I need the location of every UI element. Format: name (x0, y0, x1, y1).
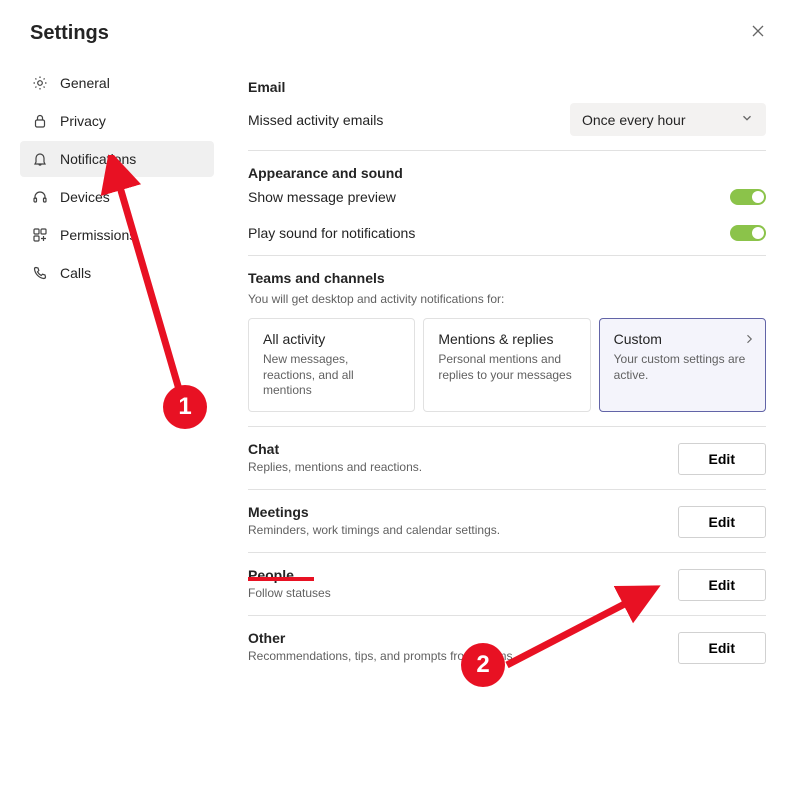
chevron-right-icon (743, 332, 755, 348)
sidebar-item-notifications[interactable]: Notifications (20, 141, 214, 177)
chat-edit-button[interactable]: Edit (678, 443, 766, 475)
missed-emails-select[interactable]: Once every hour (570, 103, 766, 136)
select-value: Once every hour (582, 112, 686, 128)
sidebar-item-general[interactable]: General (20, 65, 214, 101)
sidebar-item-privacy[interactable]: Privacy (20, 103, 214, 139)
page-title: Settings (30, 22, 109, 45)
section-title: Teams and channels (248, 270, 766, 286)
card-all-activity[interactable]: All activity New messages, reactions, an… (248, 318, 415, 412)
section-title: Meetings (248, 504, 678, 520)
meetings-edit-button[interactable]: Edit (678, 506, 766, 538)
content: Email Missed activity emails Once every … (214, 55, 796, 678)
cards-row: All activity New messages, reactions, an… (248, 318, 766, 412)
card-title: Mentions & replies (438, 331, 575, 347)
section-title: Other (248, 630, 678, 646)
section-subtitle: Recommendations, tips, and prompts from … (248, 649, 678, 663)
close-icon[interactable] (750, 23, 766, 44)
row-label: Missed activity emails (248, 112, 383, 128)
sidebar-item-permissions[interactable]: Permissions (20, 217, 214, 253)
headset-icon (30, 187, 50, 207)
header: Settings (0, 0, 796, 55)
section-email: Email Missed activity emails Once every … (248, 65, 766, 151)
card-sub: New messages, reactions, and all mention… (263, 352, 400, 399)
sidebar: General Privacy Notifications Devices Pe… (0, 55, 214, 678)
annotation-underline-meetings (248, 577, 314, 581)
section-meetings: Meetings Reminders, work timings and cal… (248, 490, 766, 553)
row-preview: Show message preview (248, 189, 766, 205)
phone-icon (30, 263, 50, 283)
card-sub: Your custom settings are active. (614, 352, 751, 383)
section-chat: Chat Replies, mentions and reactions. Ed… (248, 427, 766, 490)
section-title: Appearance and sound (248, 165, 766, 181)
section-people: People Follow statuses Edit (248, 553, 766, 616)
sidebar-item-label: Privacy (60, 113, 106, 129)
card-mentions[interactable]: Mentions & replies Personal mentions and… (423, 318, 590, 412)
section-teams: Teams and channels You will get desktop … (248, 256, 766, 427)
section-title: Chat (248, 441, 678, 457)
section-subtitle: Replies, mentions and reactions. (248, 460, 678, 474)
other-edit-button[interactable]: Edit (678, 632, 766, 664)
row-label: Play sound for notifications (248, 225, 415, 241)
sound-toggle[interactable] (730, 225, 766, 241)
card-custom[interactable]: Custom Your custom settings are active. (599, 318, 766, 412)
container: General Privacy Notifications Devices Pe… (0, 55, 796, 678)
sidebar-item-label: Devices (60, 189, 110, 205)
sidebar-item-label: Permissions (60, 227, 136, 243)
sidebar-item-label: Calls (60, 265, 91, 281)
section-other: Other Recommendations, tips, and prompts… (248, 616, 766, 678)
section-subtitle: Reminders, work timings and calendar set… (248, 523, 678, 537)
sidebar-item-label: General (60, 75, 110, 91)
card-title: Custom (614, 331, 751, 347)
sidebar-item-calls[interactable]: Calls (20, 255, 214, 291)
section-appearance: Appearance and sound Show message previe… (248, 151, 766, 256)
row-missed-emails: Missed activity emails Once every hour (248, 103, 766, 136)
sidebar-item-label: Notifications (60, 151, 136, 167)
section-subtitle: You will get desktop and activity notifi… (248, 292, 766, 306)
apps-icon (30, 225, 50, 245)
gear-icon (30, 73, 50, 93)
row-sound: Play sound for notifications (248, 225, 766, 241)
section-title: Email (248, 79, 766, 95)
bell-icon (30, 149, 50, 169)
lock-icon (30, 111, 50, 131)
preview-toggle[interactable] (730, 189, 766, 205)
section-subtitle: Follow statuses (248, 586, 678, 600)
card-sub: Personal mentions and replies to your me… (438, 352, 575, 383)
people-edit-button[interactable]: Edit (678, 569, 766, 601)
row-label: Show message preview (248, 189, 396, 205)
chevron-down-icon (740, 111, 754, 128)
sidebar-item-devices[interactable]: Devices (20, 179, 214, 215)
card-title: All activity (263, 331, 400, 347)
